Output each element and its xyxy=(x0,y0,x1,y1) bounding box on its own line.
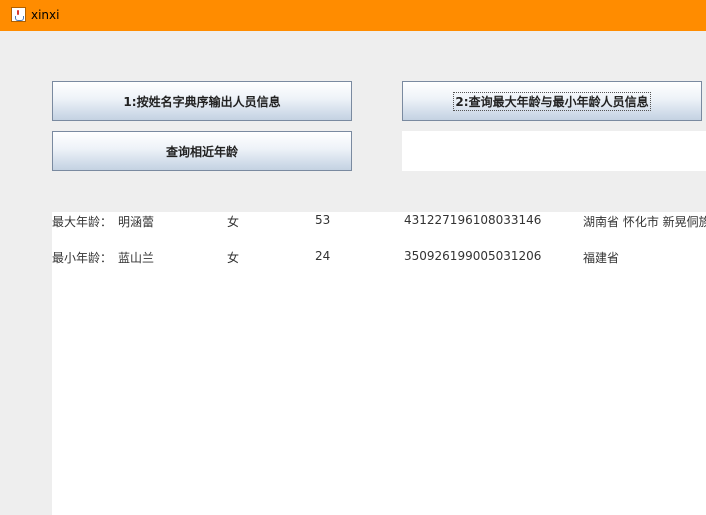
result-sex: 女 xyxy=(227,251,240,265)
result-label: 最小年龄： xyxy=(52,251,113,265)
result-id-number: 431227196108033146 xyxy=(404,213,542,227)
title-bar[interactable]: xinxi xyxy=(0,0,706,31)
result-age: 53 xyxy=(315,213,331,227)
result-row-max-age: 最大年龄： 明涵蕾 女 53 431227196108033146 湖南省 怀化… xyxy=(52,213,706,229)
java-cup-icon xyxy=(11,7,26,22)
window-title: xinxi xyxy=(31,8,60,22)
result-address: 福建省 xyxy=(583,251,620,265)
query-max-min-age-button[interactable]: 2:查询最大年龄与最小年龄人员信息 xyxy=(402,81,702,121)
query-similar-age-button[interactable]: 查询相近年龄 xyxy=(52,131,352,171)
sort-by-name-button-label: 1:按姓名字典序输出人员信息 xyxy=(123,94,281,109)
result-address: 湖南省 怀化市 新晃侗族 xyxy=(583,215,706,229)
result-id-number: 350926199005031206 xyxy=(404,249,542,263)
result-name: 蓝山兰 xyxy=(118,251,155,265)
result-label: 最大年龄： xyxy=(52,215,113,229)
main-panel: 1:按姓名字典序输出人员信息 2:查询最大年龄与最小年龄人员信息 查询相近年龄 … xyxy=(0,31,706,515)
result-text-area[interactable]: 最大年龄： 明涵蕾 女 53 431227196108033146 湖南省 怀化… xyxy=(52,212,706,515)
result-name: 明涵蕾 xyxy=(118,215,155,229)
age-input-field[interactable] xyxy=(402,131,706,171)
query-similar-age-button-label: 查询相近年龄 xyxy=(165,144,238,159)
result-row-min-age: 最小年龄： 蓝山兰 女 24 350926199005031206 福建省 xyxy=(52,249,706,265)
result-sex: 女 xyxy=(227,215,240,229)
result-age: 24 xyxy=(315,249,331,263)
query-max-min-age-button-label: 2:查询最大年龄与最小年龄人员信息 xyxy=(453,91,651,111)
sort-by-name-button[interactable]: 1:按姓名字典序输出人员信息 xyxy=(52,81,352,121)
